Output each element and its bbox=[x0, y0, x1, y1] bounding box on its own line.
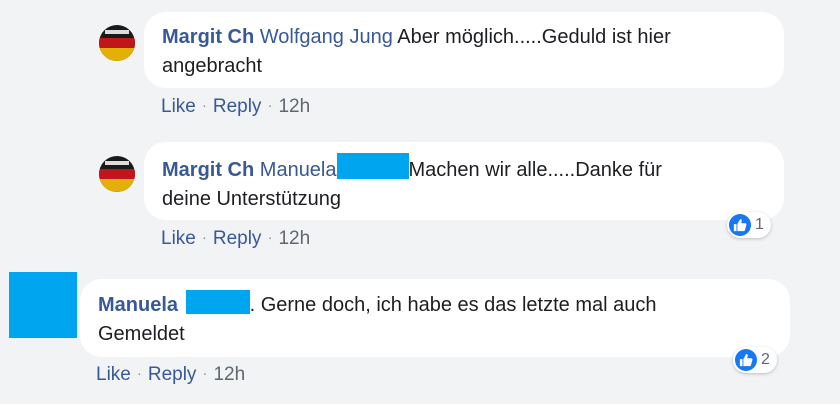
comment-text: Aber möglich.....Geduld ist hier bbox=[397, 26, 671, 48]
reaction-summary[interactable]: 2 bbox=[733, 347, 777, 373]
thumbs-up-icon bbox=[729, 214, 751, 236]
comment-author[interactable]: Manuela bbox=[98, 294, 178, 316]
separator-dot: · bbox=[267, 229, 273, 246]
like-link[interactable]: Like bbox=[96, 364, 131, 385]
like-link[interactable]: Like bbox=[161, 228, 196, 249]
timestamp[interactable]: 12h bbox=[278, 228, 310, 249]
redaction-box bbox=[185, 290, 250, 314]
comment-text: Gemeldet bbox=[98, 323, 185, 345]
comment-author[interactable]: Margit Ch bbox=[162, 159, 254, 181]
comment-author[interactable]: Margit Ch bbox=[162, 26, 254, 48]
comment-bubble: Margit Ch Manuela Machen wir alle.....Dan… bbox=[144, 142, 784, 220]
comment-mention[interactable]: Wolfgang Jung bbox=[260, 26, 393, 48]
reply-link[interactable]: Reply bbox=[213, 96, 262, 117]
reaction-count: 1 bbox=[755, 216, 764, 233]
reply-link[interactable]: Reply bbox=[213, 228, 262, 249]
comment-bubble: Margit Ch Wolfgang Jung Aber möglich....… bbox=[144, 12, 784, 88]
comment-text: deine Unterstützung bbox=[162, 188, 342, 210]
like-link[interactable]: Like bbox=[161, 96, 196, 117]
reply-link[interactable]: Reply bbox=[148, 364, 197, 385]
separator-dot: · bbox=[136, 365, 142, 382]
comment-text: . Gerne doch, ich habe es das letzte mal… bbox=[249, 294, 657, 316]
redaction-box bbox=[336, 153, 409, 179]
comment-actions: Like · Reply · 12h bbox=[161, 96, 310, 118]
avatar[interactable] bbox=[99, 156, 135, 192]
comment-bubble: Manuela . Gerne doch, ich habe es das le… bbox=[80, 279, 790, 357]
separator-dot: · bbox=[202, 365, 208, 382]
reaction-summary[interactable]: 1 bbox=[727, 212, 771, 238]
comment-mention[interactable]: Manuela bbox=[260, 159, 337, 181]
comment-text: Machen wir alle.....Danke für bbox=[408, 159, 662, 181]
avatar[interactable] bbox=[99, 25, 135, 61]
separator-dot: · bbox=[201, 229, 207, 246]
separator-dot: · bbox=[201, 97, 207, 114]
avatar-redacted[interactable] bbox=[9, 272, 77, 338]
reaction-count: 2 bbox=[761, 351, 770, 368]
thumbs-up-icon bbox=[735, 349, 757, 371]
comment-actions: Like · Reply · 12h bbox=[96, 364, 245, 386]
separator-dot: · bbox=[267, 97, 273, 114]
timestamp[interactable]: 12h bbox=[213, 364, 245, 385]
comment-actions: Like · Reply · 12h bbox=[161, 228, 310, 250]
comment-text: angebracht bbox=[162, 55, 263, 77]
timestamp[interactable]: 12h bbox=[278, 96, 310, 117]
